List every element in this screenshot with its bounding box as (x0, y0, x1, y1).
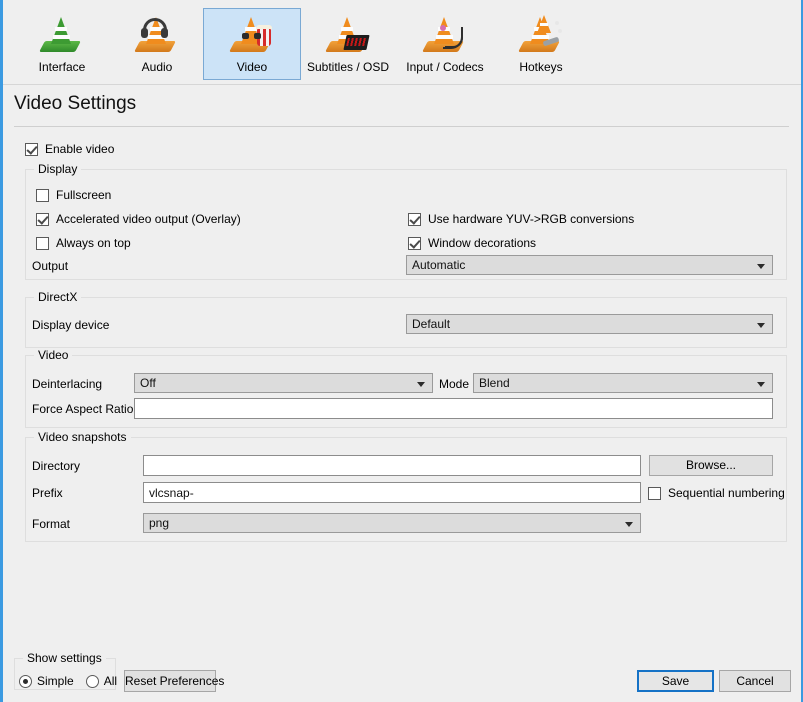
dialog-footer: Show settings Simple All Reset Preferenc… (3, 640, 801, 702)
snapshot-directory-input[interactable] (143, 455, 641, 476)
directx-group-legend: DirectX (38, 290, 78, 304)
accelerated-video-output-label: Accelerated video output (Overlay) (56, 212, 241, 226)
fullscreen-checkbox-row[interactable]: Fullscreen (36, 188, 111, 202)
tab-audio-label: Audio (141, 60, 173, 74)
chevron-down-icon (757, 264, 765, 269)
show-settings-radios[interactable]: Simple All (19, 674, 129, 688)
always-on-top-label: Always on top (56, 236, 131, 250)
page-title: Video Settings (14, 93, 137, 114)
cancel-button[interactable]: Cancel (719, 670, 791, 692)
always-on-top-checkbox[interactable] (36, 236, 49, 250)
vlc-cone-cables-icon (422, 13, 468, 57)
tab-subtitles-osd[interactable]: Subtitles / OSD (299, 8, 397, 80)
enable-video-checkbox[interactable] (25, 142, 38, 156)
window-decorations-label: Window decorations (428, 236, 537, 250)
title-divider (14, 126, 789, 127)
force-aspect-ratio-input[interactable] (134, 398, 773, 419)
save-button[interactable]: Save (637, 670, 714, 692)
mode-label: Mode (439, 377, 470, 391)
deinterlacing-select-value: Off (140, 376, 156, 390)
directory-label: Directory (32, 459, 81, 473)
chevron-down-icon (417, 382, 425, 387)
video-group-legend: Video (38, 348, 69, 362)
deinterlacing-label: Deinterlacing (32, 377, 103, 391)
enable-video-checkbox-row[interactable]: Enable video (25, 142, 114, 156)
vlc-cone-headphones-icon (134, 13, 180, 57)
display-device-select[interactable]: Default (406, 314, 773, 334)
vlc-cone-wrench-icon (518, 13, 564, 57)
sequential-numbering-checkbox[interactable] (648, 486, 661, 500)
mode-select-value: Blend (479, 376, 510, 390)
hardware-yuv-checkbox[interactable] (408, 212, 421, 226)
reset-preferences-button[interactable]: Reset Preferences (124, 670, 224, 692)
fullscreen-checkbox[interactable] (36, 188, 49, 202)
vlc-cone-green-icon (39, 13, 85, 57)
output-label: Output (32, 259, 69, 273)
display-group-legend: Display (38, 162, 78, 176)
radio-all[interactable] (85, 674, 99, 688)
snapshot-format-select-value: png (149, 516, 170, 530)
snapshot-format-select[interactable]: png (143, 513, 641, 533)
prefix-label: Prefix (32, 486, 63, 500)
output-select[interactable]: Automatic (406, 255, 773, 275)
tab-interface[interactable]: Interface (13, 8, 111, 80)
mode-select[interactable]: Blend (473, 373, 773, 393)
display-device-select-value: Default (412, 317, 451, 331)
browse-button[interactable]: Browse... (649, 455, 773, 476)
hardware-yuv-label: Use hardware YUV->RGB conversions (428, 212, 635, 226)
accelerated-video-output-checkbox-row[interactable]: Accelerated video output (Overlay) (36, 212, 241, 226)
deinterlacing-select[interactable]: Off (134, 373, 433, 393)
enable-video-label: Enable video (45, 142, 115, 156)
force-aspect-ratio-label: Force Aspect Ratio (32, 402, 134, 416)
tab-audio[interactable]: Audio (108, 8, 206, 80)
window-decorations-checkbox-row[interactable]: Window decorations (408, 236, 536, 250)
display-device-label: Display device (32, 318, 110, 332)
video-snapshots-group-legend: Video snapshots (38, 430, 127, 444)
chevron-down-icon (757, 323, 765, 328)
always-on-top-checkbox-row[interactable]: Always on top (36, 236, 131, 250)
vlc-cone-glasses-popcorn-icon (229, 13, 275, 57)
vlc-cone-osd-icon (325, 13, 371, 57)
sequential-numbering-checkbox-row[interactable]: Sequential numbering (648, 486, 785, 500)
tab-video-label: Video (236, 60, 268, 74)
preferences-window: Interface Audio Video Subtitles / OSD In… (0, 0, 803, 702)
radio-simple-label: Simple (37, 674, 74, 688)
snapshot-prefix-input[interactable] (143, 482, 641, 503)
chevron-down-icon (757, 382, 765, 387)
tab-input-codecs-label: Input / Codecs (406, 60, 484, 74)
chevron-down-icon (625, 522, 633, 527)
hardware-yuv-checkbox-row[interactable]: Use hardware YUV->RGB conversions (408, 212, 634, 226)
sequential-numbering-label: Sequential numbering (668, 486, 785, 500)
fullscreen-label: Fullscreen (56, 188, 112, 202)
tab-hotkeys[interactable]: Hotkeys (492, 8, 590, 80)
tab-interface-label: Interface (38, 60, 86, 74)
tab-hotkeys-label: Hotkeys (519, 60, 563, 74)
tab-video[interactable]: Video (203, 8, 301, 80)
show-settings-legend: Show settings (27, 651, 102, 665)
radio-simple[interactable] (19, 674, 32, 688)
output-select-value: Automatic (412, 258, 466, 272)
settings-content: Enable video Display Fullscreen Accelera… (3, 130, 801, 640)
accelerated-video-output-checkbox[interactable] (36, 212, 49, 226)
settings-toolbar: Interface Audio Video Subtitles / OSD In… (3, 0, 801, 85)
format-label: Format (32, 517, 71, 531)
tab-subtitles-osd-label: Subtitles / OSD (306, 60, 390, 74)
tab-input-codecs[interactable]: Input / Codecs (396, 8, 494, 80)
window-decorations-checkbox[interactable] (408, 236, 421, 250)
radio-all-label: All (103, 674, 118, 688)
